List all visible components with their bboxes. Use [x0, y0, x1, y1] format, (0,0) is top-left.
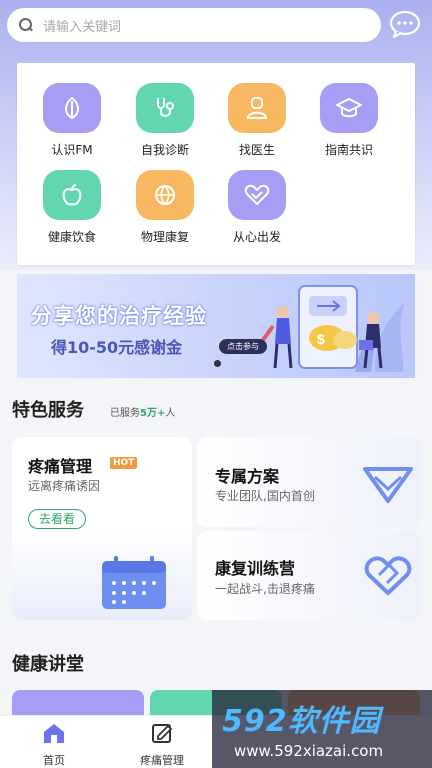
svg-text:$: $	[317, 331, 325, 347]
message-button[interactable]	[389, 10, 421, 39]
grid-item-fm[interactable]: 认识FM	[27, 83, 117, 158]
watermark: 592软件园 www.592xiazai.com	[212, 690, 432, 768]
banner-illustration: $	[261, 285, 405, 372]
grid-item-diet[interactable]: 健康饮食	[27, 170, 117, 245]
promo-banner[interactable]: 分享您的治疗经验 得10-50元感谢金 点击参与 $	[17, 274, 415, 378]
tab-label: 疼痛管理	[140, 754, 184, 767]
banner-title: 分享您的治疗经验	[31, 304, 207, 328]
stethoscope-icon	[136, 83, 194, 133]
watermark-brand: 592软件园	[222, 704, 381, 739]
tab-home[interactable]: 首页	[14, 722, 94, 768]
grid-label: 物理康复	[140, 230, 189, 244]
search-icon	[19, 18, 33, 32]
camp-card-subtitle: 一起战斗,击退疼痛	[215, 582, 315, 596]
camp-card-title: 康复训练营	[215, 559, 296, 578]
tab-label: 首页	[43, 754, 65, 767]
watermark-url: www.592xiazai.com	[234, 742, 384, 760]
diamond-icon	[363, 467, 413, 503]
section-title-lecture: 健康讲堂	[12, 654, 84, 675]
grid-item-find-doctor[interactable]: 找医生	[212, 83, 302, 158]
served-count-text: 已服务5万+人	[110, 408, 176, 419]
tab-pain-management[interactable]: 疼痛管理	[122, 722, 202, 768]
leaf-icon	[43, 83, 101, 133]
grid-label: 认识FM	[51, 143, 93, 157]
section-title-featured: 特色服务	[12, 400, 84, 421]
graduation-cap-icon	[320, 83, 378, 133]
view-button[interactable]: 去看看	[28, 509, 86, 529]
heart-icon	[228, 170, 286, 220]
plan-card-subtitle: 专业团队,国内首创	[215, 489, 315, 503]
search-bar[interactable]: 请输入关键词	[7, 8, 381, 42]
search-input[interactable]: 请输入关键词	[43, 16, 121, 35]
edit-icon	[152, 724, 173, 743]
grid-item-self-diagnosis[interactable]: 自我诊断	[120, 83, 210, 158]
grid-item-rehab[interactable]: 物理康复	[120, 170, 210, 245]
feature-grid: 认识FM 自我诊断 找医生 指南共识 健康饮食 物理康复 从心出发	[17, 63, 415, 265]
grid-label: 找医生	[238, 143, 275, 157]
chat-bubble-icon	[389, 10, 421, 39]
calendar-icon	[102, 556, 166, 609]
apple-icon	[43, 170, 101, 220]
grid-label: 指南共识	[324, 143, 373, 157]
grid-label: 从心出发	[232, 230, 281, 244]
pain-card-title: 疼痛管理	[28, 457, 93, 476]
grid-item-guidelines[interactable]: 指南共识	[304, 83, 394, 158]
hot-badge: HOT	[110, 457, 138, 469]
plan-card-title: 专属方案	[215, 467, 280, 486]
home-icon	[44, 724, 64, 743]
grid-label: 健康饮食	[47, 230, 96, 244]
doctor-icon	[228, 83, 286, 133]
ball-icon	[136, 170, 194, 220]
banner-subtitle: 得10-50元感谢金	[51, 338, 183, 357]
grid-item-heart[interactable]: 从心出发	[212, 170, 302, 245]
grid-label: 自我诊断	[140, 143, 189, 157]
pain-card-subtitle: 远离疼痛诱因	[28, 479, 101, 493]
heart-outline-icon	[364, 556, 412, 595]
carousel-indicator[interactable]	[214, 360, 221, 367]
